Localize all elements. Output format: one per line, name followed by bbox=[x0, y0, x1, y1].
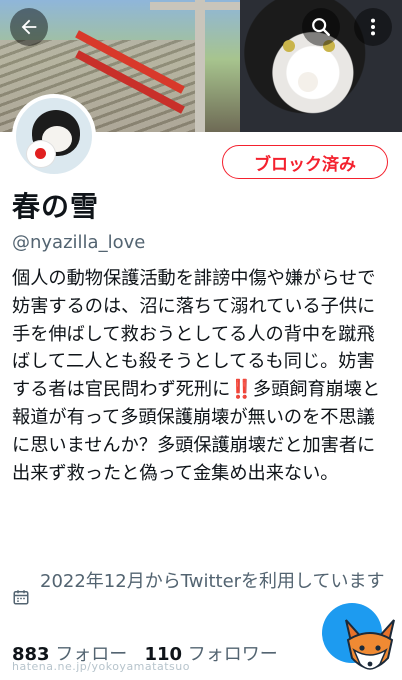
calendar-icon bbox=[13, 590, 29, 605]
join-date-text: 2022年12月からTwitterを利用しています bbox=[40, 571, 385, 592]
more-vertical-icon bbox=[370, 18, 376, 36]
profile-bio: 個人の動物保護活動を誹謗中傷や嫌がらせで妨害するのは、沼に落ちて溺れている子供に… bbox=[12, 268, 381, 484]
user-handle: @nyazilla_love bbox=[12, 232, 146, 253]
followers-label: フォロワー bbox=[187, 644, 278, 665]
banner-cat-muzzle bbox=[298, 72, 318, 92]
avatar[interactable] bbox=[12, 94, 96, 178]
banner-torii-pillar bbox=[195, 0, 205, 132]
display-name: 春の雪 bbox=[12, 190, 100, 223]
avatar-flag-sun bbox=[35, 148, 46, 159]
watermark: hatena.ne.jp/yokoyamatatsuo bbox=[12, 660, 190, 673]
back-button[interactable] bbox=[10, 8, 48, 46]
banner-cat-eye bbox=[283, 40, 295, 52]
fox-icon bbox=[345, 619, 395, 670]
search-icon bbox=[312, 18, 330, 36]
join-date: 2022年12月からTwitterを利用しています bbox=[12, 568, 392, 605]
more-button[interactable] bbox=[354, 8, 392, 46]
blocked-button[interactable]: ブロック済み bbox=[222, 145, 388, 179]
arrow-left-icon bbox=[21, 19, 37, 35]
search-button[interactable] bbox=[302, 8, 340, 46]
